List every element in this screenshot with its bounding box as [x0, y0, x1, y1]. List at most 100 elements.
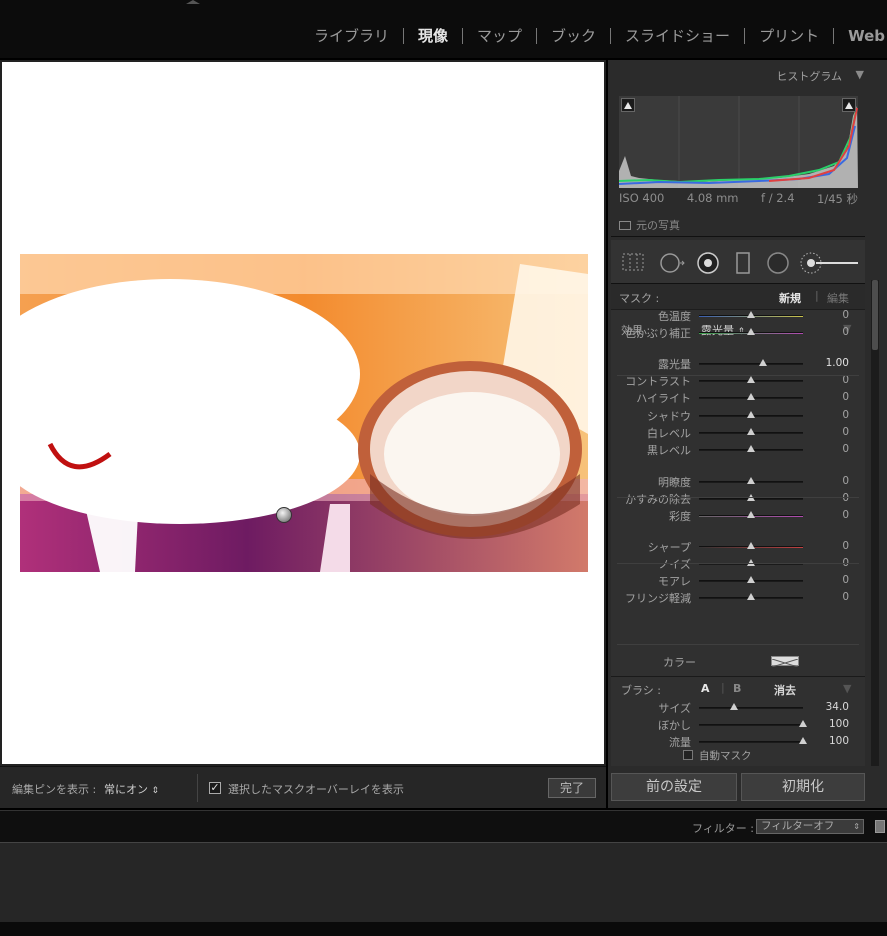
aperture-value: f / 2.4 [761, 191, 795, 205]
show-pins-select[interactable]: 常にオン ⇕ [104, 781, 159, 797]
exif-info: ISO 400 4.08 mm f / 2.4 1/45 秒 [619, 191, 858, 207]
graduated-filter-icon[interactable] [735, 252, 751, 274]
histogram-header[interactable]: ヒストグラム ▼ [608, 64, 866, 86]
reset-button[interactable]: 初期化 [741, 773, 865, 801]
slider-label: モアレ [658, 575, 691, 588]
slider-value[interactable]: 0 [842, 409, 849, 421]
slider-label: シャドウ [647, 410, 691, 423]
filmstrip[interactable] [0, 842, 887, 922]
slider-value[interactable]: 0 [842, 591, 849, 603]
divider [617, 563, 859, 564]
mask-edit-button[interactable]: 編集 [827, 290, 849, 306]
shadow-clipping-button[interactable] [621, 98, 635, 112]
slider-track[interactable] [699, 363, 803, 365]
highlight-clipping-button[interactable] [842, 98, 856, 112]
brush-a-tab[interactable]: A [701, 682, 710, 695]
slider-value[interactable]: 0 [842, 540, 849, 552]
module-tab-0[interactable]: ライブラリ [300, 24, 403, 48]
module-tab-4[interactable]: スライドショー [611, 24, 744, 48]
photo-image[interactable] [20, 254, 588, 572]
divider [611, 236, 865, 237]
spot-removal-icon[interactable] [659, 252, 685, 274]
mask-new-button[interactable]: 新規 [779, 290, 801, 306]
adjustment-brush-icon[interactable] [800, 252, 860, 274]
filter-select[interactable]: フィルターオフ ⇕ [756, 819, 864, 834]
slider-value[interactable]: 0 [842, 475, 849, 487]
filter-label: フィルター : [692, 822, 754, 835]
collapse-triangle-icon[interactable]: ▼ [856, 68, 864, 81]
brush-collapse-icon[interactable]: ▼ [843, 682, 851, 695]
module-tab-3[interactable]: ブック [537, 24, 610, 48]
slider-value[interactable]: 0 [842, 509, 849, 521]
slider-label: 明瞭度 [658, 476, 691, 489]
module-picker: ライブラリ 現像 マップ ブック スライドショー プリント Web [0, 0, 887, 58]
scrollbar-thumb[interactable] [872, 280, 878, 350]
divider [617, 497, 859, 498]
slider-value[interactable]: 0 [842, 326, 849, 338]
brush-slider-thumb[interactable] [730, 703, 739, 710]
brush-slider-label: サイズ [658, 702, 691, 715]
mask-divider: | [815, 289, 819, 302]
slider-value[interactable]: 0 [842, 309, 849, 321]
brush-slider-thumb[interactable] [799, 720, 807, 727]
original-photo-label: 元の写真 [636, 219, 680, 232]
original-photo-toggle[interactable]: 元の写真 [619, 217, 680, 233]
edit-pin[interactable] [276, 507, 292, 523]
panel-collapse-icon[interactable] [186, 0, 200, 4]
slider-thumb[interactable] [747, 593, 755, 600]
histogram-title: ヒストグラム [776, 70, 842, 83]
brush-slider-track[interactable] [699, 724, 803, 726]
slider-thumb[interactable] [747, 477, 755, 484]
brush-erase-tab[interactable]: 消去 [774, 682, 796, 698]
divider [617, 644, 859, 645]
slider-thumb[interactable] [747, 511, 755, 518]
module-tab-5[interactable]: プリント [745, 24, 833, 48]
slider-thumb[interactable] [747, 411, 755, 418]
brush-b-tab[interactable]: B [733, 682, 741, 695]
slider-thumb[interactable] [759, 359, 768, 366]
slider-thumb[interactable] [747, 376, 755, 383]
slider-value[interactable]: 0 [842, 574, 849, 586]
slider-value[interactable]: 0 [842, 443, 849, 455]
slider-thumb[interactable] [747, 328, 755, 335]
no-color-icon [771, 658, 799, 668]
slider-label: かすみの除去 [625, 493, 691, 506]
module-tab-1[interactable]: 現像 [404, 24, 462, 48]
overlay-checkbox[interactable]: ✓ [209, 782, 221, 794]
panel-scrollbar[interactable] [871, 280, 879, 766]
module-list: ライブラリ 現像 マップ ブック スライドショー プリント Web [300, 24, 887, 48]
slider-thumb[interactable] [747, 428, 755, 435]
divider [617, 375, 859, 376]
brush-slider-value[interactable]: 100 [829, 718, 849, 730]
adjustment-brush-panel: マスク : 新規 | 編集 効果 : 露光量 ⇕ ▼ 色温度0色かぶり補正0露光… [611, 284, 865, 766]
filmstrip-header: フィルター : フィルターオフ ⇕ [0, 810, 887, 842]
brush-slider-thumb[interactable] [799, 737, 807, 744]
effect-preset-select[interactable]: 露光量 ⇕ [701, 322, 745, 338]
triangle-icon [845, 102, 853, 109]
slider-value[interactable]: 0 [842, 492, 849, 504]
slider-value[interactable]: 1.00 [826, 357, 849, 369]
brush-slider-value[interactable]: 34.0 [826, 701, 849, 713]
brush-slider-track[interactable] [699, 707, 803, 709]
photo-canvas[interactable] [0, 60, 606, 766]
module-tab-2[interactable]: マップ [463, 24, 536, 48]
crop-overlay-icon[interactable] [622, 252, 644, 272]
radial-filter-icon[interactable] [766, 252, 790, 274]
brush-slider-value[interactable]: 100 [829, 735, 849, 747]
slider-value[interactable]: 0 [842, 426, 849, 438]
color-swatch[interactable] [771, 656, 799, 668]
slider-thumb[interactable] [747, 393, 755, 400]
done-button[interactable]: 完了 [548, 778, 596, 798]
module-tab-6[interactable]: Web [834, 24, 887, 48]
red-eye-icon[interactable] [696, 252, 720, 274]
slider-thumb[interactable] [747, 445, 755, 452]
focal-length: 4.08 mm [686, 191, 739, 205]
brush-slider-track[interactable] [699, 741, 803, 743]
slider-value[interactable]: 0 [842, 391, 849, 403]
auto-mask-checkbox[interactable] [683, 750, 693, 760]
previous-settings-button[interactable]: 前の設定 [611, 773, 737, 801]
slider-thumb[interactable] [747, 576, 755, 583]
filter-lock-toggle[interactable] [875, 820, 885, 833]
slider-thumb[interactable] [747, 311, 755, 318]
slider-thumb[interactable] [747, 542, 755, 549]
